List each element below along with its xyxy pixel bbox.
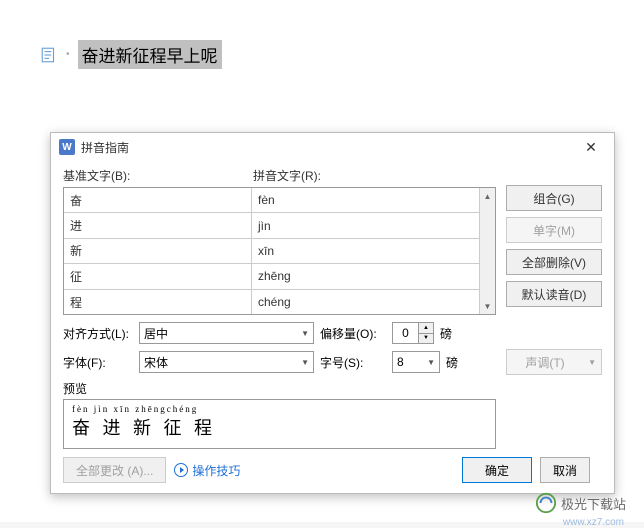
scroll-down-icon[interactable]: ▼ (480, 298, 495, 314)
combine-button[interactable]: 组合(G) (506, 185, 602, 211)
paragraph-icon (40, 46, 58, 64)
font-select[interactable]: 宋体▼ (139, 351, 314, 373)
app-icon: W (59, 139, 75, 155)
font-label: 字体(F): (63, 354, 133, 371)
dialog-title: 拼音指南 (81, 139, 129, 156)
size-unit: 磅 (446, 354, 458, 371)
table-row[interactable]: 征zhēng (64, 264, 495, 289)
ruby-text-header: 拼音文字(R): (253, 167, 496, 184)
chevron-down-icon: ▼ (301, 329, 309, 338)
table-row[interactable]: 奋fèn (64, 188, 495, 213)
single-char-button: 单字(M) (506, 217, 602, 243)
preview-base: 奋 进 新 征 程 (72, 414, 487, 440)
chevron-down-icon: ▼ (427, 358, 435, 367)
preview-box: fèn jìn xīn zhēngchéng 奋 进 新 征 程 (63, 399, 496, 449)
ruby-grid: 奋fèn 进jìn 新xīn 征zhēng 程chéng ▲ ▼ (63, 187, 496, 315)
base-text-header: 基准文字(B): (63, 167, 253, 184)
size-select[interactable]: 8▼ (392, 351, 440, 373)
preview-label: 预览 (63, 380, 496, 397)
selected-text[interactable]: 奋进新征程早上呢 (78, 40, 222, 69)
table-row[interactable]: 程chéng (64, 290, 495, 314)
scroll-up-icon[interactable]: ▲ (480, 188, 495, 204)
change-all-button: 全部更改 (A)... (63, 457, 166, 483)
default-reading-button[interactable]: 默认读音(D) (506, 281, 602, 307)
table-row[interactable]: 进jìn (64, 213, 495, 238)
watermark-icon (535, 492, 557, 514)
offset-stepper[interactable]: ▲▼ (392, 322, 434, 344)
grid-scrollbar[interactable]: ▲ ▼ (479, 188, 495, 314)
ok-button[interactable]: 确定 (462, 457, 532, 483)
chevron-down-icon: ▼ (588, 358, 596, 367)
close-button[interactable]: ✕ (572, 133, 610, 161)
align-label: 对齐方式(L): (63, 325, 133, 342)
watermark: 极光下载站 (535, 492, 626, 514)
cancel-button[interactable]: 取消 (540, 457, 590, 483)
offset-label: 偏移量(O): (320, 325, 386, 342)
size-label: 字号(S): (320, 354, 386, 371)
offset-input[interactable] (392, 322, 418, 344)
pinyin-guide-dialog: W 拼音指南 ✕ 基准文字(B): 拼音文字(R): 奋fèn 进jìn 新xī… (50, 132, 615, 494)
dialog-titlebar: W 拼音指南 ✕ (51, 133, 614, 161)
spin-down-icon[interactable]: ▼ (418, 333, 434, 345)
preview-ruby: fèn jìn xīn zhēngchéng (72, 404, 487, 414)
watermark-url: www.xz7.com (563, 517, 624, 528)
offset-unit: 磅 (440, 325, 452, 342)
tips-link[interactable]: 操作技巧 (174, 462, 240, 479)
play-icon (174, 463, 188, 477)
table-row[interactable]: 新xīn (64, 239, 495, 264)
align-select[interactable]: 居中▼ (139, 322, 314, 344)
tone-button: 声调(T)▼ (506, 349, 602, 375)
spin-up-icon[interactable]: ▲ (418, 322, 434, 333)
dot-icon: • (66, 49, 70, 60)
clear-all-button[interactable]: 全部删除(V) (506, 249, 602, 275)
chevron-down-icon: ▼ (301, 358, 309, 367)
